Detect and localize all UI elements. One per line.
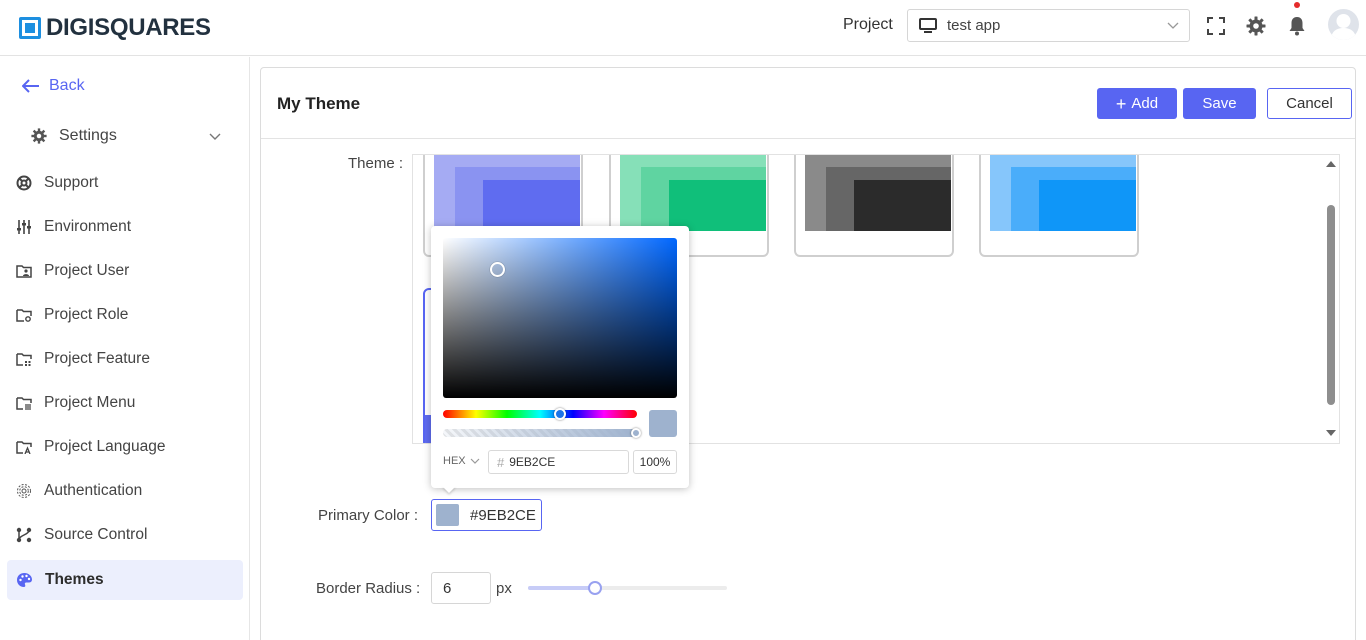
hue-slider[interactable] bbox=[443, 410, 637, 418]
hash-icon: # bbox=[497, 454, 505, 470]
back-link[interactable]: Back bbox=[22, 77, 85, 95]
sidebar-item-label: Project Feature bbox=[44, 350, 150, 367]
sidebar-item-authentication[interactable]: Authentication bbox=[7, 471, 243, 511]
arrow-left-icon bbox=[22, 79, 39, 93]
sidebar-item-project-menu[interactable]: Project Menu bbox=[7, 383, 243, 423]
monitor-icon bbox=[919, 17, 937, 33]
hex-input-value: 9EB2CE bbox=[509, 455, 556, 469]
folder-role-icon bbox=[16, 309, 32, 322]
chevron-down-icon bbox=[470, 458, 480, 464]
sidebar-item-project-feature[interactable]: Project Feature bbox=[7, 339, 243, 379]
sidebar-item-label: Project Language bbox=[44, 438, 166, 455]
notification-dot bbox=[1294, 2, 1300, 8]
saturation-area[interactable] bbox=[443, 238, 677, 398]
chevron-down-icon bbox=[209, 133, 221, 140]
scroll-up-icon[interactable] bbox=[1326, 160, 1336, 167]
hue-handle[interactable] bbox=[554, 408, 566, 420]
border-radius-unit: px bbox=[496, 580, 512, 597]
chevron-down-icon bbox=[1167, 22, 1179, 29]
settings-menu[interactable]: Settings bbox=[31, 127, 221, 145]
sidebar-item-project-user[interactable]: Project User bbox=[7, 251, 243, 291]
back-label: Back bbox=[49, 77, 85, 94]
folder-user-icon bbox=[16, 265, 32, 278]
avatar[interactable] bbox=[1328, 9, 1359, 40]
sidebar-item-label: Authentication bbox=[44, 482, 143, 499]
theme-card-4[interactable] bbox=[979, 155, 1139, 257]
scroll-down-icon[interactable] bbox=[1326, 430, 1336, 437]
git-icon bbox=[16, 527, 32, 543]
color-swatch[interactable] bbox=[436, 504, 459, 526]
sidebar-item-label: Environment bbox=[44, 218, 132, 235]
fingerprint-icon bbox=[17, 484, 31, 498]
project-select[interactable]: test app bbox=[907, 9, 1190, 42]
panel-header: My Theme + Add Save Cancel bbox=[261, 68, 1355, 139]
top-header: DIGISQUARES Project test app bbox=[0, 0, 1366, 56]
sidebar-item-project-role[interactable]: Project Role bbox=[7, 295, 243, 335]
plus-icon: + bbox=[1115, 93, 1127, 114]
sidebar-item-label: Support bbox=[44, 174, 99, 191]
primary-color-label: Primary Color : bbox=[318, 507, 419, 524]
sidebar-item-label: Project Role bbox=[44, 306, 129, 323]
theme-label: Theme : bbox=[348, 155, 404, 172]
primary-color-value: #9EB2CE bbox=[470, 506, 536, 524]
cancel-button[interactable]: Cancel bbox=[1267, 88, 1352, 119]
add-button-label: Add bbox=[1131, 95, 1159, 112]
hex-input[interactable]: # 9EB2CE bbox=[488, 450, 629, 474]
alpha-slider[interactable] bbox=[443, 429, 637, 437]
sidebar-item-environment[interactable]: Environment bbox=[7, 207, 243, 247]
theme-card-3[interactable] bbox=[794, 155, 954, 257]
folder-language-icon bbox=[16, 441, 32, 454]
save-button[interactable]: Save bbox=[1183, 88, 1256, 119]
border-radius-input[interactable]: 6 bbox=[431, 572, 491, 604]
scrollbar[interactable] bbox=[1323, 155, 1339, 443]
logo[interactable]: DIGISQUARES bbox=[19, 14, 211, 42]
add-button[interactable]: + Add bbox=[1097, 88, 1177, 119]
sidebar-item-label: Project Menu bbox=[44, 394, 136, 411]
alpha-handle[interactable] bbox=[631, 428, 641, 438]
sidebar: Back Settings Support Environment Projec… bbox=[0, 57, 250, 640]
folder-feature-icon bbox=[16, 353, 32, 366]
bell-icon[interactable] bbox=[1287, 16, 1307, 36]
sidebar-item-source-control[interactable]: Source Control bbox=[7, 515, 243, 555]
sidebar-item-label: Source Control bbox=[44, 526, 148, 543]
alpha-input[interactable]: 100% bbox=[633, 450, 677, 474]
sidebar-item-label: Project User bbox=[44, 262, 130, 279]
color-mode-label: HEX bbox=[443, 455, 466, 467]
sidebar-item-project-language[interactable]: Project Language bbox=[7, 427, 243, 467]
sidebar-item-themes[interactable]: Themes bbox=[7, 560, 243, 600]
color-picker-popup: HEX # 9EB2CE 100% bbox=[431, 226, 689, 488]
sidebar-item-label: Themes bbox=[45, 571, 104, 588]
picker-arrow bbox=[442, 486, 456, 493]
saturation-handle[interactable] bbox=[490, 262, 505, 277]
color-preview bbox=[649, 410, 677, 437]
project-label: Project bbox=[843, 16, 893, 33]
gear-icon bbox=[31, 128, 47, 144]
border-radius-slider-handle[interactable] bbox=[588, 581, 602, 595]
color-mode-select[interactable]: HEX bbox=[443, 455, 480, 467]
project-select-value: test app bbox=[947, 17, 1001, 34]
sidebar-item-support[interactable]: Support bbox=[7, 163, 243, 203]
border-radius-label: Border Radius : bbox=[316, 580, 421, 597]
logo-icon bbox=[19, 17, 41, 39]
page-title: My Theme bbox=[277, 94, 361, 113]
scroll-thumb[interactable] bbox=[1327, 205, 1335, 405]
folder-menu-icon bbox=[16, 397, 32, 410]
gear-icon[interactable] bbox=[1246, 16, 1266, 36]
fullscreen-icon[interactable] bbox=[1206, 16, 1226, 36]
border-radius-slider-fill bbox=[528, 586, 595, 590]
primary-color-field[interactable]: #9EB2CE bbox=[431, 499, 542, 531]
logo-text: DIGISQUARES bbox=[46, 14, 211, 41]
palette-icon bbox=[17, 573, 32, 587]
lifebuoy-icon bbox=[16, 175, 32, 191]
sliders-icon bbox=[17, 220, 31, 234]
settings-label: Settings bbox=[59, 127, 117, 144]
